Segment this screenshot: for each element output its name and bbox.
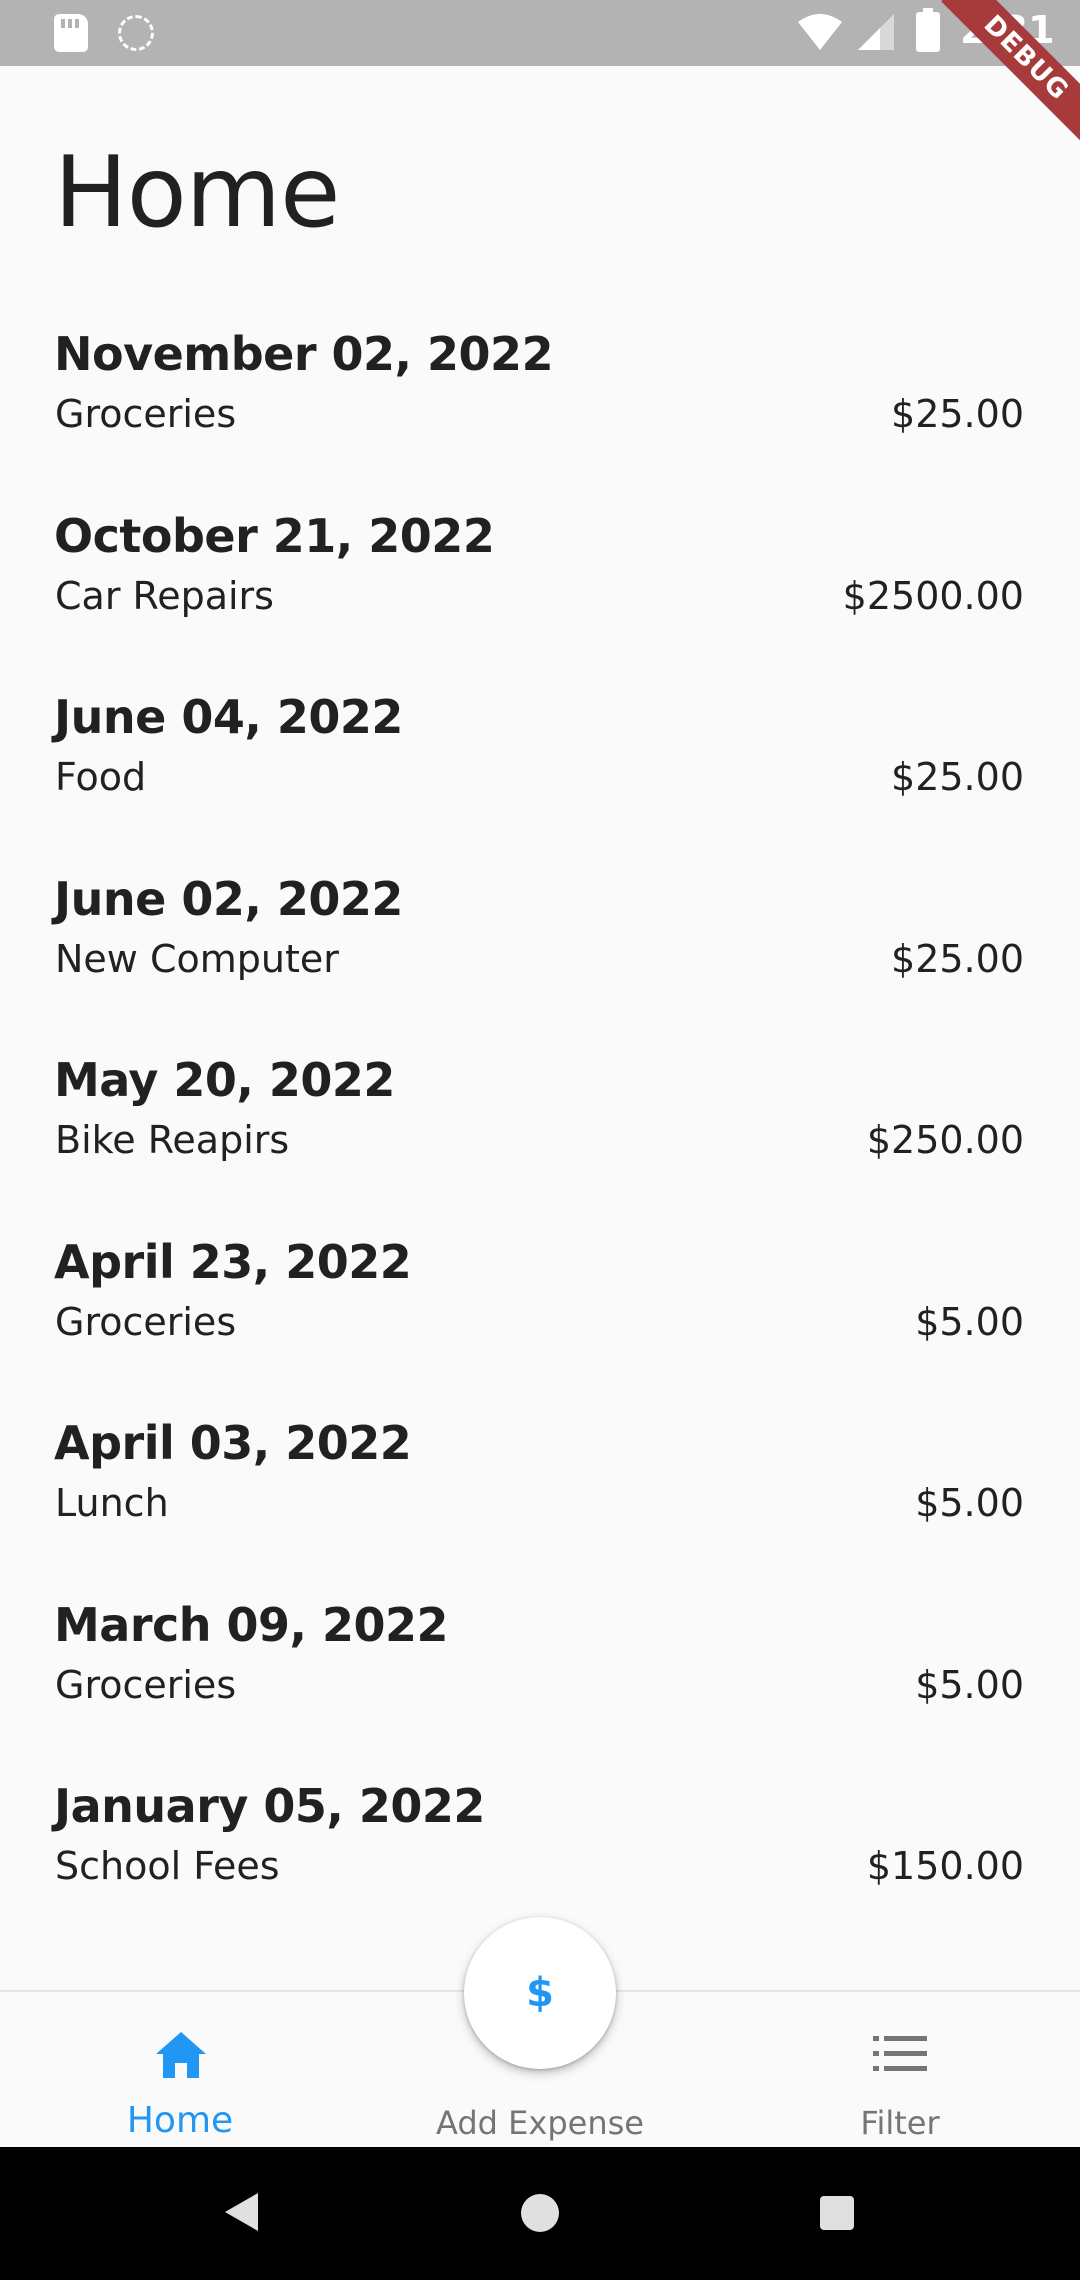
expense-amount: $250.00 — [866, 1118, 1024, 1162]
expense-name: Groceries — [55, 392, 237, 436]
expense-date: October 21, 2022 — [54, 508, 495, 563]
expense-name: New Computer — [55, 936, 339, 981]
expense-amount: $25.00 — [891, 936, 1024, 981]
back-icon[interactable] — [225, 2193, 258, 2231]
expense-item[interactable]: April 23, 2022 Groceries $5.00 — [0, 1233, 1080, 1415]
dollar-icon: $ — [526, 1970, 554, 2016]
expense-date: June 04, 2022 — [54, 690, 403, 744]
nav-home[interactable]: Home — [80, 1992, 280, 2149]
expense-date: March 09, 2022 — [54, 1597, 449, 1652]
expense-item[interactable]: March 09, 2022 Groceries $5.00 — [0, 1596, 1080, 1778]
expense-amount: $25.00 — [891, 755, 1024, 799]
page-title: Home — [54, 136, 340, 250]
sync-icon — [118, 15, 154, 51]
expense-name: Food — [55, 755, 147, 799]
expense-item[interactable]: April 03, 2022 Lunch $5.00 — [0, 1414, 1080, 1596]
expense-name: Groceries — [55, 1299, 237, 1344]
expense-name: Car Repairs — [55, 573, 274, 618]
expense-amount: $5.00 — [915, 1299, 1024, 1344]
expense-date: November 02, 2022 — [54, 327, 554, 381]
expense-date: January 05, 2022 — [54, 1779, 485, 1833]
add-expense-fab[interactable]: $ — [464, 1917, 616, 2069]
expense-date: April 03, 2022 — [54, 1416, 412, 1470]
signal-icon — [858, 14, 894, 50]
expense-date: April 23, 2022 — [54, 1234, 412, 1289]
wifi-icon — [798, 14, 842, 50]
status-bar: 2:31 — [0, 0, 1080, 66]
system-nav-bar — [0, 2147, 1080, 2280]
nav-home-label: Home — [126, 2100, 234, 2141]
nav-filter[interactable]: Filter — [800, 1992, 1000, 2149]
expense-amount: $5.00 — [915, 1662, 1024, 1707]
expense-name: School Fees — [55, 1844, 280, 1888]
expense-amount: $5.00 — [915, 1481, 1024, 1525]
expense-date: May 20, 2022 — [54, 1053, 395, 1107]
expense-item[interactable]: October 21, 2022 Car Repairs $2500.00 — [0, 507, 1080, 689]
expense-date: June 02, 2022 — [54, 871, 403, 926]
recents-icon[interactable] — [820, 2196, 854, 2230]
expense-name: Bike Reapirs — [55, 1118, 290, 1162]
expense-name: Lunch — [55, 1481, 169, 1525]
expense-item[interactable]: June 02, 2022 New Computer $25.00 — [0, 870, 1080, 1052]
expense-amount: $2500.00 — [842, 573, 1024, 618]
home-icon — [156, 2032, 206, 2078]
battery-icon — [916, 8, 940, 52]
list-icon — [873, 2036, 927, 2071]
nav-add-expense-label: Add Expense — [436, 2104, 644, 2142]
expense-item[interactable]: May 20, 2022 Bike Reapirs $250.00 — [0, 1051, 1080, 1233]
home-circle-icon[interactable] — [521, 2194, 559, 2232]
expense-item[interactable]: November 02, 2022 Groceries $25.00 — [0, 325, 1080, 507]
expense-list: November 02, 2022 Groceries $25.00 Octob… — [0, 325, 1080, 1959]
expense-item[interactable]: June 04, 2022 Food $25.00 — [0, 688, 1080, 870]
sd-card-icon — [54, 14, 88, 52]
expense-amount: $25.00 — [891, 392, 1024, 436]
nav-filter-label: Filter — [860, 2104, 940, 2142]
expense-name: Groceries — [55, 1662, 237, 1707]
expense-amount: $150.00 — [866, 1844, 1024, 1888]
